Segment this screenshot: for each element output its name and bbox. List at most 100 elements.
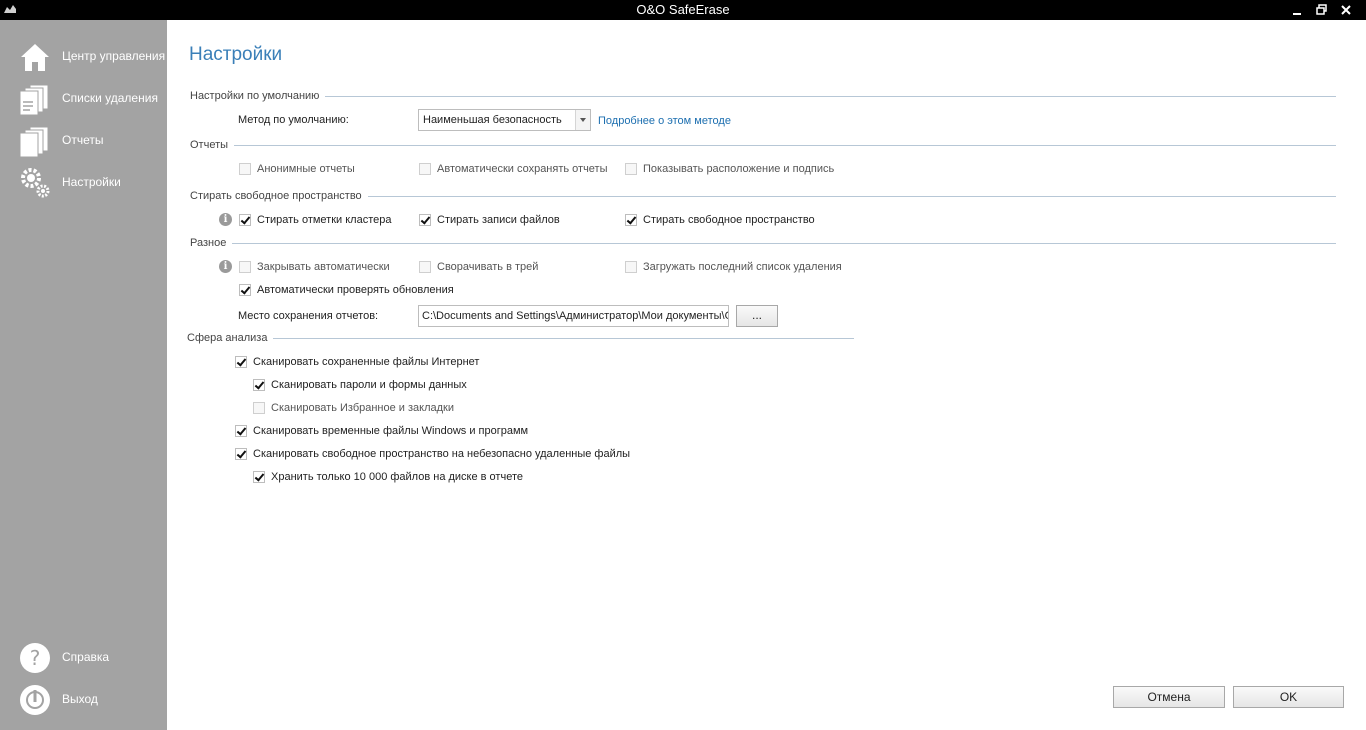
- section-title: Сфера анализа: [187, 332, 268, 344]
- section-defaults: Настройки по умолчанию: [190, 90, 1336, 102]
- checkbox-label: Загружать последний список удаления: [643, 261, 842, 273]
- method-info-link[interactable]: Подробнее о этом методе: [598, 115, 731, 127]
- title-bar: O&O SafeErase: [0, 0, 1366, 20]
- sidebar-item-reports[interactable]: Отчеты: [0, 120, 167, 160]
- default-method-label: Метод по умолчанию:: [238, 114, 349, 126]
- help-icon: ?: [20, 643, 50, 673]
- checkbox-label: Стирать записи файлов: [437, 214, 560, 226]
- info-icon[interactable]: i: [219, 213, 232, 226]
- close-icon: [1341, 5, 1351, 15]
- checkbox-box[interactable]: [625, 261, 637, 273]
- section-free-space: Стирать свободное пространство: [190, 190, 1336, 202]
- scan-unsafe-deleted-checkbox[interactable]: Сканировать свободное пространство на не…: [235, 448, 630, 460]
- checkbox-label: Сканировать пароли и формы данных: [271, 379, 467, 391]
- checkbox-label: Автоматически сохранять отчеты: [437, 163, 608, 175]
- checkbox-box[interactable]: [253, 402, 265, 414]
- checkbox-label: Сворачивать в трей: [437, 261, 539, 273]
- reports-icon: [19, 126, 49, 158]
- ok-button[interactable]: OK: [1233, 686, 1344, 708]
- scan-temp-files-checkbox[interactable]: Сканировать временные файлы Windows и пр…: [235, 425, 528, 437]
- anonymous-reports-checkbox[interactable]: Анонимные отчеты: [239, 163, 355, 175]
- info-icon[interactable]: i: [219, 260, 232, 273]
- checkbox-box[interactable]: [235, 448, 247, 460]
- home-icon: [21, 44, 49, 71]
- checkbox-box[interactable]: [235, 425, 247, 437]
- checkbox-label: Сканировать сохраненные файлы Интернет: [253, 356, 480, 368]
- checkbox-box[interactable]: [419, 163, 431, 175]
- checkbox-label: Сканировать Избранное и закладки: [271, 402, 455, 414]
- autosave-reports-checkbox[interactable]: Автоматически сохранять отчеты: [419, 163, 608, 175]
- auto-update-checkbox[interactable]: Автоматически проверять обновления: [239, 284, 454, 296]
- checkbox-label: Стирать отметки кластера: [257, 214, 392, 226]
- section-title: Стирать свободное пространство: [190, 190, 362, 202]
- checkbox-label: Сканировать временные файлы Windows и пр…: [253, 425, 529, 437]
- settings-panel: Настройки Настройки по умолчанию Метод п…: [167, 20, 1366, 730]
- sidebar-item-label: Списки удаления: [62, 91, 158, 105]
- checkbox-label: Закрывать автоматически: [257, 261, 390, 273]
- minimize-icon: [1293, 13, 1301, 15]
- sidebar: Центр управления Списки удаления Отчеты …: [0, 20, 167, 730]
- report-path-input[interactable]: C:\Documents and Settings\Администратор\…: [418, 305, 729, 327]
- delete-lists-icon: [19, 84, 49, 116]
- report-path-label: Место сохранения отчетов:: [238, 310, 379, 322]
- restore-button[interactable]: [1310, 0, 1334, 20]
- sidebar-item-label: Центр управления: [62, 49, 166, 63]
- cancel-button[interactable]: Отмена: [1113, 686, 1225, 708]
- checkbox-box[interactable]: [239, 214, 251, 226]
- restore-icon: [1316, 4, 1327, 15]
- section-reports: Отчеты: [190, 139, 1336, 151]
- checkbox-label: Сканировать свободное пространство на не…: [253, 448, 631, 460]
- browse-button[interactable]: ...: [736, 305, 778, 327]
- show-location-checkbox[interactable]: Показывать расположение и подпись: [625, 163, 834, 175]
- checkbox-box[interactable]: [253, 379, 265, 391]
- chevron-down-icon[interactable]: [575, 110, 590, 130]
- auto-close-checkbox[interactable]: Закрывать автоматически: [239, 261, 390, 273]
- checkbox-box[interactable]: [253, 471, 265, 483]
- window-title: O&O SafeErase: [636, 2, 730, 17]
- default-method-select[interactable]: Наименьшая безопасность: [418, 109, 591, 131]
- section-title: Настройки по умолчанию: [190, 90, 320, 102]
- limit-files-checkbox[interactable]: Хранить только 10 000 файлов на диске в …: [253, 471, 523, 483]
- wipe-file-records-checkbox[interactable]: Стирать записи файлов: [419, 214, 560, 226]
- minimize-button[interactable]: [1286, 0, 1310, 20]
- section-scan-scope: Сфера анализа: [187, 332, 854, 344]
- svg-text:?: ?: [30, 646, 41, 670]
- sidebar-item-settings[interactable]: Настройки: [0, 162, 167, 202]
- sidebar-item-label: Справка: [62, 650, 110, 664]
- page-title: Настройки: [189, 44, 283, 65]
- sidebar-item-label: Выход: [62, 692, 98, 706]
- power-icon: [20, 685, 50, 715]
- section-title: Разное: [190, 237, 227, 249]
- checkbox-box[interactable]: [625, 214, 637, 226]
- sidebar-item-help[interactable]: ? Справка: [0, 637, 167, 677]
- checkbox-box[interactable]: [235, 356, 247, 368]
- section-misc: Разное: [190, 237, 1336, 249]
- checkbox-label: Показывать расположение и подпись: [643, 163, 835, 175]
- sidebar-item-control-center[interactable]: Центр управления: [0, 36, 167, 76]
- sidebar-item-delete-lists[interactable]: Списки удаления: [0, 78, 167, 118]
- checkbox-label: Хранить только 10 000 файлов на диске в …: [271, 471, 523, 483]
- scan-internet-files-checkbox[interactable]: Сканировать сохраненные файлы Интернет: [235, 356, 479, 368]
- checkbox-box[interactable]: [239, 163, 251, 175]
- checkbox-label: Анонимные отчеты: [257, 163, 355, 175]
- checkbox-box[interactable]: [419, 214, 431, 226]
- checkbox-box[interactable]: [239, 261, 251, 273]
- scan-favorites-checkbox[interactable]: Сканировать Избранное и закладки: [253, 402, 454, 414]
- sidebar-item-label: Отчеты: [62, 133, 104, 147]
- default-method-value: Наименьшая безопасность: [423, 114, 562, 126]
- sidebar-item-label: Настройки: [62, 175, 121, 189]
- checkbox-label: Стирать свободное пространство: [643, 214, 815, 226]
- scan-passwords-checkbox[interactable]: Сканировать пароли и формы данных: [253, 379, 467, 391]
- sidebar-item-exit[interactable]: Выход: [0, 679, 167, 719]
- checkbox-box[interactable]: [419, 261, 431, 273]
- section-title: Отчеты: [190, 139, 229, 151]
- wipe-cluster-tips-checkbox[interactable]: Стирать отметки кластера: [239, 214, 391, 226]
- load-last-list-checkbox[interactable]: Загружать последний список удаления: [625, 261, 842, 273]
- settings-gears-icon: [21, 168, 50, 198]
- checkbox-label: Автоматически проверять обновления: [257, 284, 454, 296]
- close-button[interactable]: [1334, 0, 1358, 20]
- checkbox-box[interactable]: [625, 163, 637, 175]
- checkbox-box[interactable]: [239, 284, 251, 296]
- minimize-to-tray-checkbox[interactable]: Сворачивать в трей: [419, 261, 538, 273]
- wipe-free-space-checkbox[interactable]: Стирать свободное пространство: [625, 214, 815, 226]
